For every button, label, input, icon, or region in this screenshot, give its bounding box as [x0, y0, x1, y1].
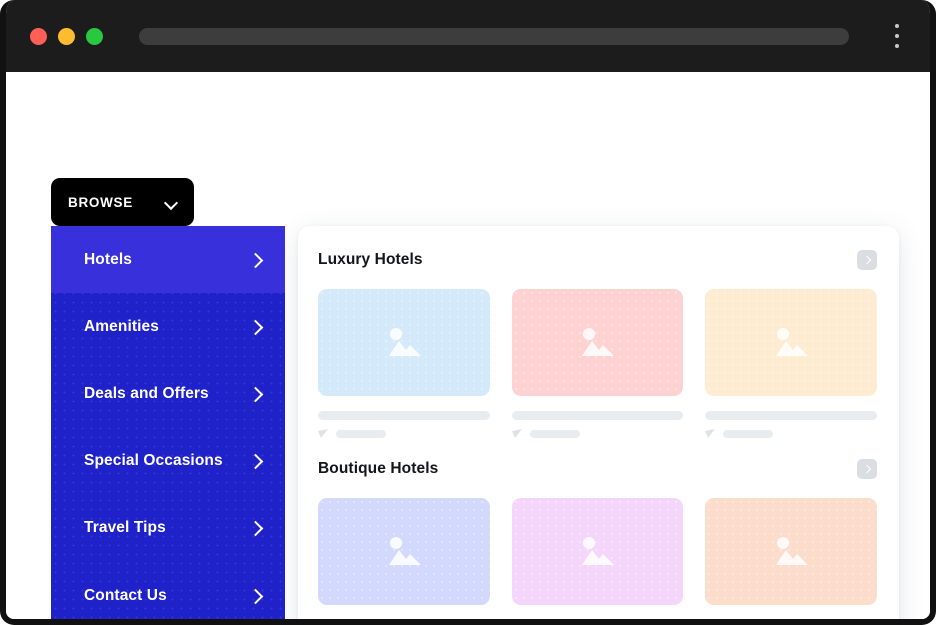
chevron-down-icon	[165, 198, 178, 206]
location-marker-icon	[318, 429, 328, 438]
sidebar-item-label: Special Occasions	[84, 452, 223, 470]
card-row	[318, 289, 877, 439]
image-placeholder-icon	[776, 536, 809, 565]
skeleton-meta-row	[705, 429, 877, 439]
skeleton-meta-bar	[336, 430, 386, 438]
card-thumbnail	[318, 289, 490, 396]
list-item[interactable]	[318, 289, 490, 439]
section-header: Boutique Hotels	[318, 453, 877, 485]
skeleton-meta-row	[318, 429, 490, 439]
skeleton-meta-row	[511, 429, 684, 439]
browse-button-label: BROWSE	[68, 194, 133, 210]
section-boutique-hotels: Boutique Hotels	[318, 453, 877, 625]
chevron-right-icon	[249, 522, 261, 534]
kebab-dot	[895, 34, 899, 38]
image-placeholder-icon	[582, 536, 615, 565]
chevron-right-icon	[249, 455, 261, 467]
image-placeholder-icon	[582, 327, 615, 356]
page-viewport: BROWSE Hotels Amenities Deals and Offers…	[6, 72, 930, 619]
sidebar-item-special-occasions[interactable]: Special Occasions	[51, 428, 285, 495]
skeleton-title-bar	[705, 620, 877, 625]
card-skeleton	[511, 396, 684, 439]
list-item[interactable]	[511, 289, 684, 439]
card-thumbnail	[318, 498, 490, 605]
section-title: Boutique Hotels	[318, 460, 439, 477]
section-luxury-hotels: Luxury Hotels	[318, 244, 877, 439]
window-controls	[30, 27, 103, 45]
sidebar-item-label: Travel Tips	[84, 519, 166, 537]
image-placeholder-icon	[776, 327, 809, 356]
section-title: Luxury Hotels	[318, 251, 423, 268]
content-panel: Luxury Hotels Boutique Hotels	[298, 226, 899, 625]
address-bar[interactable]	[139, 27, 849, 45]
skeleton-meta-bar	[723, 430, 774, 438]
list-item[interactable]	[318, 498, 490, 625]
section-header: Luxury Hotels	[318, 244, 877, 276]
card-thumbnail	[705, 498, 877, 605]
section-next-button[interactable]	[857, 250, 877, 270]
chevron-right-icon	[863, 256, 871, 264]
sidebar-item-label: Hotels	[84, 250, 132, 268]
skeleton-title-bar	[512, 620, 684, 625]
kebab-dot	[895, 44, 899, 48]
card-skeleton	[318, 605, 490, 625]
image-placeholder-icon	[388, 327, 421, 356]
skeleton-title-bar	[705, 411, 877, 420]
maximize-window-button[interactable]	[86, 27, 103, 45]
image-placeholder-icon	[388, 536, 421, 565]
skeleton-title-bar	[318, 411, 490, 420]
sidebar-item-deals-and-offers[interactable]: Deals and Offers	[51, 360, 285, 427]
card-thumbnail	[511, 289, 684, 396]
card-skeleton	[705, 396, 877, 439]
skeleton-title-bar	[318, 620, 490, 625]
sidebar-item-hotels[interactable]: Hotels	[51, 226, 285, 294]
chevron-right-icon	[249, 590, 261, 602]
sidebar-item-label: Amenities	[84, 317, 159, 335]
card-skeleton	[318, 396, 490, 439]
card-thumbnail	[705, 289, 877, 396]
location-marker-icon	[511, 429, 522, 438]
chevron-right-icon	[249, 388, 261, 400]
sidebar-item-amenities[interactable]: Amenities	[51, 293, 285, 360]
kebab-menu-icon[interactable]	[886, 19, 908, 53]
browse-sidebar-menu: Hotels Amenities Deals and Offers Specia…	[51, 226, 285, 619]
card-row	[318, 498, 877, 625]
skeleton-meta-bar	[529, 430, 580, 438]
sidebar-item-contact-us[interactable]: Contact Us	[51, 562, 285, 619]
browser-window: BROWSE Hotels Amenities Deals and Offers…	[0, 0, 936, 625]
sidebar-item-travel-tips[interactable]: Travel Tips	[51, 495, 285, 562]
close-window-button[interactable]	[30, 27, 47, 45]
browser-titlebar	[6, 0, 930, 72]
sidebar-item-label: Contact Us	[84, 586, 167, 604]
minimize-window-button[interactable]	[58, 27, 75, 45]
card-skeleton	[512, 605, 684, 625]
section-next-button[interactable]	[857, 459, 877, 479]
skeleton-title-bar	[511, 411, 684, 420]
list-item[interactable]	[511, 498, 684, 625]
browse-dropdown-button[interactable]: BROWSE	[51, 178, 194, 226]
list-item[interactable]	[705, 498, 877, 625]
location-marker-icon	[705, 429, 716, 438]
chevron-right-icon	[249, 321, 261, 333]
chevron-right-icon	[249, 254, 261, 266]
sidebar-item-label: Deals and Offers	[84, 384, 209, 402]
card-skeleton	[705, 605, 877, 625]
card-thumbnail	[511, 498, 684, 605]
list-item[interactable]	[705, 289, 877, 439]
kebab-dot	[895, 24, 899, 28]
chevron-right-icon	[863, 465, 871, 473]
